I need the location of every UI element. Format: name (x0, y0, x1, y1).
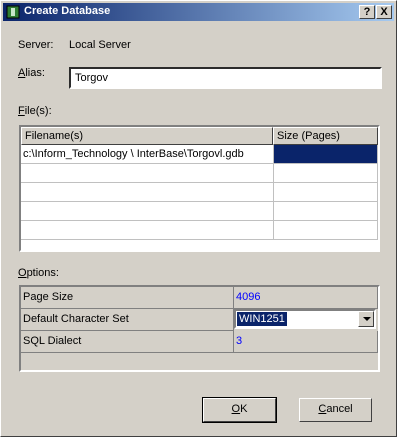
files-grid[interactable]: Filename(s) Size (Pages) c:\Inform_Techn… (19, 125, 380, 252)
character-set-value[interactable]: WIN1251 (237, 312, 287, 326)
filename-cell[interactable]: c:\Inform_Technology \ InterBase\Torgovl… (21, 145, 274, 164)
window-title: Create Database (24, 5, 111, 17)
size-cell-empty[interactable] (274, 164, 378, 183)
title-bar[interactable]: Create Database ? X (3, 3, 394, 21)
character-set-select[interactable]: WIN1251 (234, 309, 376, 329)
alias-input[interactable]: Torgov (69, 67, 382, 89)
database-icon (6, 5, 20, 19)
sql-dialect-value[interactable]: 3 (234, 331, 378, 353)
size-cell-selected[interactable] (274, 145, 378, 164)
cancel-label: ancel (326, 403, 353, 415)
alias-label: Alias: (18, 67, 45, 79)
filename-column-header[interactable]: Filename(s) (21, 127, 273, 145)
files-label-hotkey: F (18, 105, 25, 117)
size-cell-empty[interactable] (274, 183, 378, 202)
dropdown-button[interactable] (358, 311, 374, 327)
option-name: Default Character Set (21, 309, 234, 331)
alias-label-text: lias: (25, 67, 45, 79)
size-column-header[interactable]: Size (Pages) (273, 127, 378, 145)
server-value: Local Server (69, 39, 131, 51)
server-label: Server: (18, 39, 54, 51)
ok-hotkey: O (231, 403, 241, 415)
help-button[interactable]: ? (359, 5, 375, 19)
filename-cell-empty[interactable] (21, 221, 274, 240)
create-database-dialog: Create Database ? X Server: Local Server… (0, 0, 397, 437)
files-label-text: ile(s): (24, 105, 52, 117)
chevron-down-icon (363, 317, 371, 321)
options-grid[interactable]: Page Size 4096 Default Character Set WIN… (19, 285, 380, 372)
ok-button[interactable]: OK (202, 397, 277, 423)
ok-label: K (240, 403, 248, 415)
size-cell-empty[interactable] (274, 221, 378, 240)
option-name: Page Size (21, 287, 234, 309)
files-label: File(s): (18, 105, 52, 117)
size-cell-empty[interactable] (274, 202, 378, 221)
filename-cell-empty[interactable] (21, 202, 274, 221)
option-name: SQL Dialect (21, 331, 234, 353)
page-size-value[interactable]: 4096 (234, 287, 378, 309)
filename-cell-empty[interactable] (21, 164, 274, 183)
options-label-text: ptions: (26, 267, 59, 279)
options-label: Options: (18, 267, 59, 279)
close-button[interactable]: X (376, 5, 392, 19)
cancel-button[interactable]: Cancel (299, 398, 372, 422)
options-label-hotkey: O (18, 267, 27, 279)
filename-cell-empty[interactable] (21, 183, 274, 202)
